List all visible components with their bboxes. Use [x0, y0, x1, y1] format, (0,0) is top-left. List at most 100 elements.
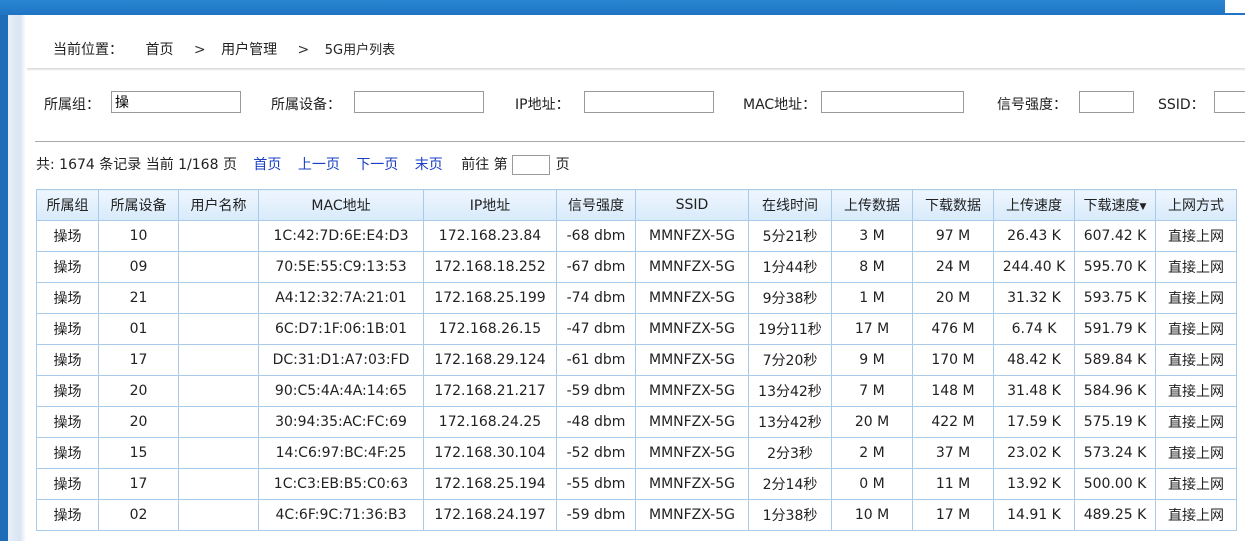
cell-mac: 70:5E:55:C9:13:53	[258, 251, 424, 283]
cell-download-speed: 607.42 K	[1074, 220, 1156, 252]
breadcrumb-home[interactable]: 首页	[145, 39, 173, 59]
breadcrumb-separator: >	[193, 42, 206, 58]
cell-online-time: 2分3秒	[748, 437, 832, 469]
device-input[interactable]	[354, 91, 484, 113]
breadcrumb: 当前位置： 首页 > 用户管理 > 5G用户列表	[53, 39, 395, 59]
cell-username	[178, 282, 259, 314]
table-row[interactable]: 操场 09 70:5E:55:C9:13:53 172.168.18.252 -67 d…	[36, 251, 1237, 283]
col-group[interactable]: 所属组	[36, 189, 99, 221]
col-ssid[interactable]: SSID	[635, 189, 749, 221]
cell-upload-speed: 26.43 K	[993, 220, 1075, 252]
first-page-link[interactable]: 首页	[253, 157, 281, 173]
cell-upload-data: 0 M	[831, 468, 913, 500]
cell-mac: 30:94:35:AC:FC:69	[258, 406, 424, 438]
cell-mac: DC:31:D1:A7:03:FD	[258, 344, 424, 376]
col-signal[interactable]: 信号强度	[556, 189, 636, 221]
cell-signal: -61 dbm	[556, 344, 636, 376]
cell-download-speed: 500.00 K	[1074, 468, 1156, 500]
table-row[interactable]: 操场 01 6C:D7:1F:06:1B:01 172.168.26.15 -47 db…	[36, 313, 1237, 345]
next-page-link[interactable]: 下一页	[356, 157, 398, 173]
table-row[interactable]: 操场 17 DC:31:D1:A7:03:FD 172.168.29.124 -61 d…	[36, 344, 1237, 376]
cell-ip: 172.168.24.25	[423, 406, 557, 438]
cell-group: 操场	[36, 313, 99, 345]
cell-access-mode: 直接上网	[1155, 251, 1237, 283]
cell-download-data: 37 M	[912, 437, 994, 469]
col-download-speed[interactable]: 下载速度▼	[1074, 189, 1156, 221]
cell-download-speed: 575.19 K	[1074, 406, 1156, 438]
cell-group: 操场	[36, 437, 99, 469]
col-mac[interactable]: MAC地址	[258, 189, 424, 221]
cell-signal: -59 dbm	[556, 499, 636, 531]
cell-online-time: 13分42秒	[748, 406, 832, 438]
cell-signal: -55 dbm	[556, 468, 636, 500]
left-sidebar-edge	[0, 15, 26, 541]
group-input[interactable]	[111, 91, 241, 113]
table-row[interactable]: 操场 20 30:94:35:AC:FC:69 172.168.24.25 -48 db…	[36, 406, 1237, 438]
sort-desc-icon[interactable]: ▼	[1140, 202, 1147, 212]
table-header-row: 所属组 所属设备 用户名称 MAC地址 IP地址 信号强度 SSID 在线时间 …	[36, 189, 1237, 221]
cell-upload-speed: 48.42 K	[993, 344, 1075, 376]
cell-online-time: 7分20秒	[748, 344, 832, 376]
col-ip[interactable]: IP地址	[423, 189, 557, 221]
mac-input[interactable]	[821, 91, 964, 113]
cell-device: 17	[98, 344, 179, 376]
col-upload-data[interactable]: 上传数据	[831, 189, 913, 221]
cell-ip: 172.168.25.199	[423, 282, 557, 314]
record-summary: 共: 1674 条记录 当前 1/168 页	[36, 157, 237, 173]
cell-upload-data: 20 M	[831, 406, 913, 438]
prev-page-link[interactable]: 上一页	[298, 157, 340, 173]
cell-ssid: MMNFZX-5G	[635, 406, 749, 438]
breadcrumb-5g-user-list: 5G用户列表	[324, 43, 396, 58]
goto-page-input[interactable]	[511, 155, 550, 175]
cell-upload-speed: 244.40 K	[993, 251, 1075, 283]
signal-input[interactable]	[1079, 91, 1134, 113]
cell-device: 17	[98, 468, 179, 500]
last-page-link[interactable]: 末页	[415, 157, 443, 173]
cell-group: 操场	[36, 344, 99, 376]
cell-download-data: 422 M	[912, 406, 994, 438]
cell-access-mode: 直接上网	[1155, 344, 1237, 376]
cell-download-speed: 593.75 K	[1074, 282, 1156, 314]
table-row[interactable]: 操场 15 14:C6:97:BC:4F:25 172.168.30.104 -52 d…	[36, 437, 1237, 469]
mac-label: MAC地址：	[743, 97, 817, 113]
cell-download-data: 97 M	[912, 220, 994, 252]
col-online-time[interactable]: 在线时间	[748, 189, 832, 221]
signal-label: 信号强度：	[997, 97, 1067, 113]
col-username[interactable]: 用户名称	[178, 189, 259, 221]
cell-upload-data: 10 M	[831, 499, 913, 531]
cell-ssid: MMNFZX-5G	[635, 282, 749, 314]
cell-upload-data: 7 M	[831, 375, 913, 407]
cell-access-mode: 直接上网	[1155, 282, 1237, 314]
table-row[interactable]: 操场 20 90:C5:4A:4A:14:65 172.168.21.217 -59 d…	[36, 375, 1237, 407]
table-row[interactable]: 操场 10 1C:42:7D:6E:E4:D3 172.168.23.84 -68 db…	[36, 220, 1237, 252]
col-upload-speed[interactable]: 上传速度	[993, 189, 1075, 221]
filter-row: 所属组： 所属设备： IP地址： MAC地址： 信号强度： SSID：	[27, 91, 1245, 117]
col-access-mode[interactable]: 上网方式	[1155, 189, 1237, 221]
cell-username	[178, 499, 259, 531]
col-download-data[interactable]: 下载数据	[912, 189, 994, 221]
cell-username	[178, 313, 259, 345]
ip-input[interactable]	[584, 91, 714, 113]
pagination: 共: 1674 条记录 当前 1/168 页 首页 上一页 下一页 末页 前往 …	[36, 154, 570, 175]
cell-device: 21	[98, 282, 179, 314]
breadcrumb-user-management[interactable]: 用户管理	[221, 39, 277, 59]
cell-mac: 1C:C3:EB:B5:C0:63	[258, 468, 424, 500]
cell-signal: -52 dbm	[556, 437, 636, 469]
cell-device: 01	[98, 313, 179, 345]
cell-group: 操场	[36, 251, 99, 283]
cell-download-data: 476 M	[912, 313, 994, 345]
cell-download-data: 24 M	[912, 251, 994, 283]
cell-device: 15	[98, 437, 179, 469]
cell-mac: 4C:6F:9C:71:36:B3	[258, 499, 424, 531]
goto-suffix: 页	[555, 157, 570, 173]
cell-ssid: MMNFZX-5G	[635, 375, 749, 407]
table-row[interactable]: 操场 21 A4:12:32:7A:21:01 172.168.25.199 -74 d…	[36, 282, 1237, 314]
col-device[interactable]: 所属设备	[98, 189, 179, 221]
table-row[interactable]: 操场 17 1C:C3:EB:B5:C0:63 172.168.25.194 -55 d…	[36, 468, 1237, 500]
cell-ip: 172.168.21.217	[423, 375, 557, 407]
ssid-label: SSID：	[1158, 97, 1205, 113]
table-row[interactable]: 操场 02 4C:6F:9C:71:36:B3 172.168.24.197 -59 d…	[36, 499, 1237, 531]
cell-username	[178, 344, 259, 376]
ssid-input[interactable]	[1214, 91, 1245, 113]
cell-download-data: 11 M	[912, 468, 994, 500]
